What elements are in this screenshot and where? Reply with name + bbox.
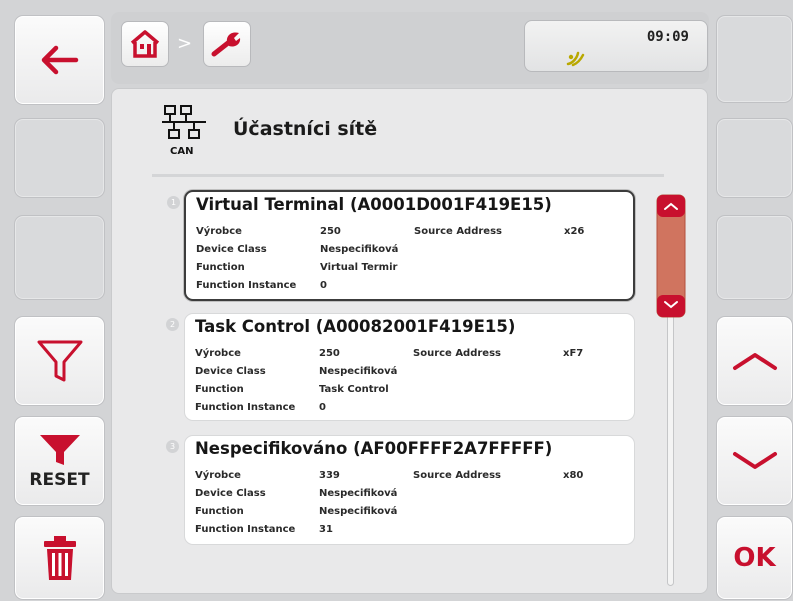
back-button[interactable] (14, 15, 105, 105)
row-label: Function Instance (195, 402, 296, 413)
home-icon (130, 30, 160, 58)
softkey-left-2-empty (14, 118, 105, 198)
settings-button[interactable] (203, 21, 251, 67)
scroll-down-button[interactable] (716, 416, 793, 506)
terminal-frame: RESET OK > 09:09 CAN Účastníci sítě 1 Vi… (0, 0, 793, 601)
can-label: CAN (170, 146, 194, 157)
filter-icon (37, 340, 82, 382)
softkey-right-3-empty (716, 215, 793, 300)
row-label: Function (195, 384, 244, 395)
row-value: Task Control (319, 384, 389, 395)
row-value: Nespecifiková (320, 244, 399, 255)
row-value: Nespecifiková (319, 366, 398, 377)
list-item-index: 3 (166, 440, 179, 453)
breadcrumb-separator: > (177, 33, 193, 54)
row-value: 0 (319, 402, 326, 413)
delete-button[interactable] (14, 516, 105, 600)
row-value: 0 (320, 280, 327, 291)
home-button[interactable] (121, 21, 169, 67)
reset-filter-button[interactable]: RESET (14, 416, 105, 506)
chevron-down-icon (732, 452, 777, 469)
row-value: 250 (320, 226, 341, 237)
list-item-title: Task Control (A00082001F419E15) (195, 317, 516, 336)
row-value: Nespecifiková (319, 506, 398, 517)
clock: 09:09 (646, 29, 689, 45)
row-label: Device Class (195, 366, 266, 377)
row-label: Výrobce (196, 226, 242, 237)
filter-button[interactable] (14, 316, 105, 406)
trash-icon (43, 536, 76, 580)
page-title: Účastníci sítě (233, 118, 378, 140)
row-value: 339 (319, 470, 340, 481)
chevron-up-icon (732, 353, 777, 370)
row-label: Source Address (413, 470, 501, 481)
row-label: Function Instance (196, 280, 297, 291)
ok-label: OK (733, 543, 776, 573)
connection-icon (566, 51, 585, 67)
status-box: 09:09 (524, 20, 708, 72)
row-value: x26 (564, 226, 585, 237)
title-divider (152, 174, 664, 177)
softkey-right-1-empty (716, 15, 793, 103)
row-label: Function (196, 262, 245, 273)
row-value: Nespecifiková (319, 488, 398, 499)
row-label: Function Instance (195, 524, 296, 535)
row-value: 250 (319, 348, 340, 359)
row-label: Source Address (413, 348, 501, 359)
list-item-index: 2 (166, 318, 179, 331)
list-item[interactable]: 3 Nespecifikováno (AF00FFFF2A7FFFFF) Výr… (166, 435, 635, 545)
list-item[interactable]: 1 Virtual Terminal (A0001D001F419E15) Vý… (167, 190, 635, 301)
scroll-up-button[interactable] (716, 316, 793, 406)
ok-button[interactable]: OK (716, 516, 793, 600)
scrollbar-thumb[interactable] (656, 194, 686, 318)
row-label: Source Address (414, 226, 502, 237)
row-value: Virtual Termir (320, 262, 398, 273)
row-label: Function (195, 506, 244, 517)
filter-filled-icon (39, 435, 80, 465)
row-value: 31 (319, 524, 333, 535)
row-value: xF7 (563, 348, 584, 359)
list-item-title: Virtual Terminal (A0001D001F419E15) (196, 195, 552, 214)
row-label: Výrobce (195, 470, 241, 481)
row-label: Device Class (196, 244, 267, 255)
wrench-icon (211, 32, 241, 57)
softkey-right-2-empty (716, 118, 793, 198)
list-item-index: 1 (167, 196, 180, 209)
list-item-title: Nespecifikováno (AF00FFFF2A7FFFFF) (195, 439, 553, 458)
list-item[interactable]: 2 Task Control (A00082001F419E15) Výrobc… (166, 313, 635, 421)
softkey-left-3-empty (14, 215, 105, 300)
network-icon (162, 105, 206, 139)
back-arrow-icon (41, 45, 78, 75)
row-value: x80 (563, 470, 584, 481)
row-label: Device Class (195, 488, 266, 499)
reset-label: RESET (29, 470, 90, 490)
row-label: Výrobce (195, 348, 241, 359)
